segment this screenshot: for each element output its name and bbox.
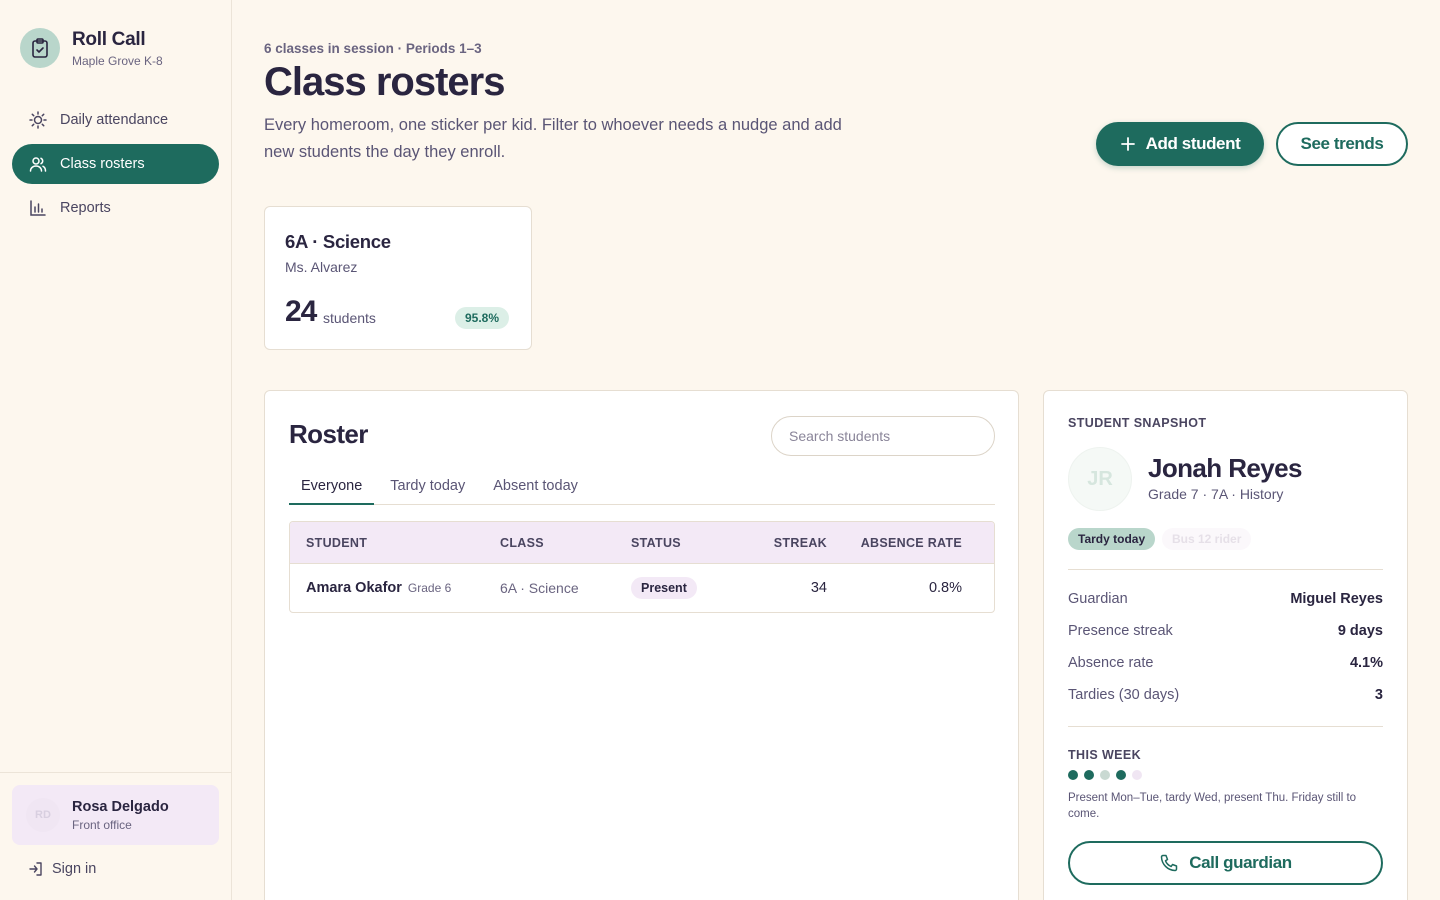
sidebar-item-label: Daily attendance [60,112,169,128]
student-name: Amara Okafor [306,580,402,596]
add-student-label: Add student [1145,134,1241,153]
plus-icon [1120,137,1135,151]
brand[interactable]: Roll Call Maple Grove K-8 [20,28,163,68]
user-role: Front office [72,817,132,832]
roster-title: Roster [289,419,368,449]
column-header-absence-rate[interactable]: ABSENCE RATE [827,536,978,550]
avatar: JR [1068,447,1132,511]
sidebar-item-reports[interactable]: Reports [12,188,219,228]
week-dot-mon [1068,770,1078,780]
users-icon [29,157,47,172]
tab-absent-today[interactable]: Absent today [481,475,590,505]
sidebar-item-class-rosters[interactable]: Class rosters [12,144,219,184]
detail-row-tardies: Tardies (30 days) 3 [1068,687,1383,703]
absence-rate-value: 0.8% [928,580,962,596]
detail-value: 3 [1374,687,1383,703]
week-dot-tue [1084,770,1094,780]
column-header-student[interactable]: STUDENT [290,536,500,550]
sidebar-item-daily-attendance[interactable]: Daily attendance [12,100,219,140]
sidebar-footer: RD Rosa Delgado Front office Sign in [0,772,231,900]
student-count: 24 [285,295,317,328]
see-trends-label: See trends [1300,134,1384,153]
student-grade: Grade 6 [407,581,452,595]
page-title: Class rosters [264,60,505,104]
week-label: THIS WEEK [1068,748,1142,762]
tab-tardy-today[interactable]: Tardy today [378,475,477,505]
roster-panel: Roster Everyone Tardy today Absent today… [264,390,1019,900]
clipboard-check-icon [20,28,60,68]
detail-label: Absence rate [1068,655,1154,671]
sidebar-item-label: Reports [60,200,111,216]
sign-in-label: Sign in [52,861,97,877]
sign-in-icon [29,862,42,876]
week-dots [1068,770,1142,780]
detail-label: Guardian [1068,591,1128,607]
class-name: 6A · Science [285,231,391,252]
search-input[interactable] [771,416,995,456]
attendance-badge: 95.8% [455,307,510,329]
column-header-streak[interactable]: STREAK [731,536,827,550]
detail-row-presence-streak: Presence streak 9 days [1068,623,1383,639]
student-cell: Amara Okafor Grade 6 [290,579,500,597]
page-eyebrow: 6 classes in session · Periods 1–3 [264,41,482,56]
week-dot-wed [1100,770,1110,780]
user-card[interactable]: RD Rosa Delgado Front office [12,785,219,845]
sidebar-item-label: Class rosters [60,156,145,172]
page-description: Every homeroom, one sticker per kid. Fil… [264,116,842,161]
student-meta: Grade 7 · 7A · History [1148,486,1284,502]
detail-label: Tardies (30 days) [1068,687,1180,703]
detail-value: 9 days [1337,623,1383,639]
status-badge: Present [631,577,697,599]
sidebar-nav: Daily attendance Class rosters Reports [12,100,219,232]
column-header-class[interactable]: CLASS [500,536,631,550]
app-name: Roll Call [72,28,146,50]
snapshot-eyebrow: STUDENT SNAPSHOT [1068,416,1207,430]
avatar: RD [26,798,60,832]
detail-row-guardian: Guardian Miguel Reyes [1068,591,1383,607]
bar-chart-icon [30,200,46,216]
streak-value: 34 [810,580,827,596]
see-trends-button[interactable]: See trends [1276,122,1408,166]
bus-chip: Bus 12 rider [1162,528,1252,550]
table-header: STUDENT CLASS STATUS STREAK ABSENCE RATE [290,522,994,564]
call-guardian-button[interactable]: Call guardian [1068,841,1383,885]
roster-tabs: Everyone Tardy today Absent today [289,475,995,505]
column-header-status[interactable]: STATUS [631,536,731,550]
student-class: 6A · Science [500,580,579,596]
student-count-unit: students [323,310,376,326]
table-row[interactable]: Amara Okafor Grade 6 6A · Science Present… [290,564,994,612]
divider [1068,726,1383,727]
school-name: Maple Grove K-8 [72,53,163,68]
sun-icon [29,111,47,129]
detail-value: 4.1% [1349,655,1383,671]
call-guardian-label: Call guardian [1189,853,1292,872]
detail-label: Presence streak [1068,623,1173,639]
user-name: Rosa Delgado [72,798,169,815]
week-note: Present Mon–Tue, tardy Wed, present Thu.… [1068,792,1357,820]
week-dot-thu [1116,770,1126,780]
tab-everyone[interactable]: Everyone [289,475,375,505]
roster-table: STUDENT CLASS STATUS STREAK ABSENCE RATE… [289,521,995,613]
add-student-button[interactable]: Add student [1096,122,1264,166]
sign-in-link[interactable]: Sign in [28,861,96,877]
student-snapshot-panel: STUDENT SNAPSHOT JR Jonah Reyes Grade 7 … [1043,390,1408,900]
divider [1068,569,1383,570]
sidebar: Roll Call Maple Grove K-8 Daily attendan… [0,0,232,900]
phone-icon [1161,854,1178,872]
status-cell: Present [631,577,731,599]
class-teacher: Ms. Alvarez [285,259,358,275]
detail-row-absence-rate: Absence rate 4.1% [1068,655,1383,671]
class-card[interactable]: 6A · Science Ms. Alvarez 24 students 95.… [264,206,532,350]
tardy-chip: Tardy today [1068,528,1156,550]
week-dot-fri [1132,770,1142,780]
student-name: Jonah Reyes [1148,453,1302,483]
detail-value: Miguel Reyes [1290,591,1383,607]
